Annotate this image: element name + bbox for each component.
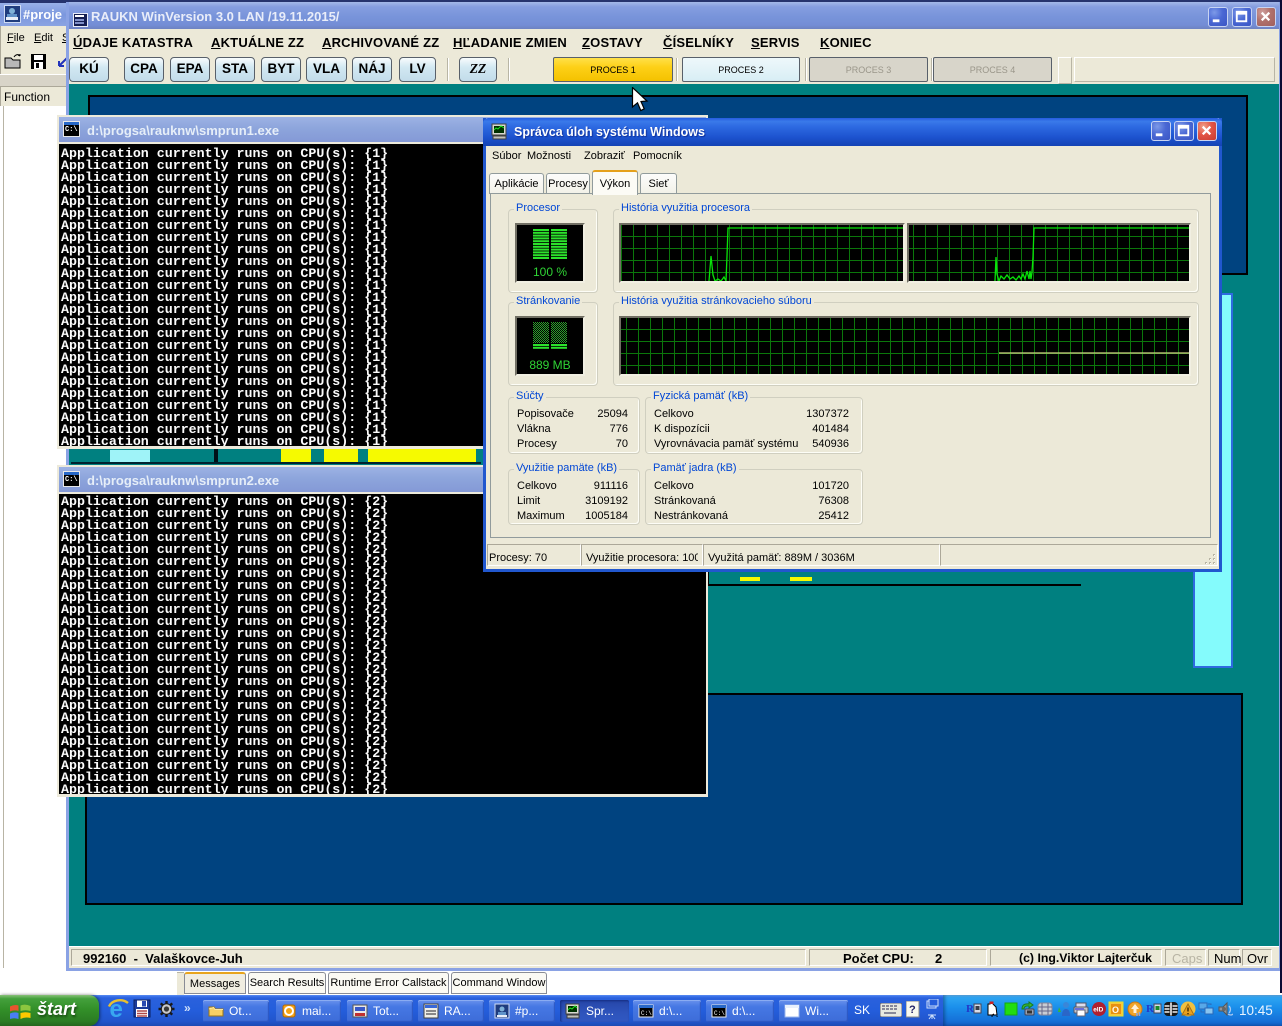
- svg-text:O: O: [1112, 1005, 1119, 1015]
- svg-text:C:\: C:\: [714, 1010, 725, 1017]
- svg-text:100 %: 100 %: [533, 265, 567, 279]
- svg-text:889 MB: 889 MB: [529, 358, 570, 372]
- svg-text:eID: eID: [1093, 1007, 1103, 1014]
- svg-text:?: ?: [909, 1004, 916, 1016]
- svg-text:C:\: C:\: [641, 1010, 652, 1017]
